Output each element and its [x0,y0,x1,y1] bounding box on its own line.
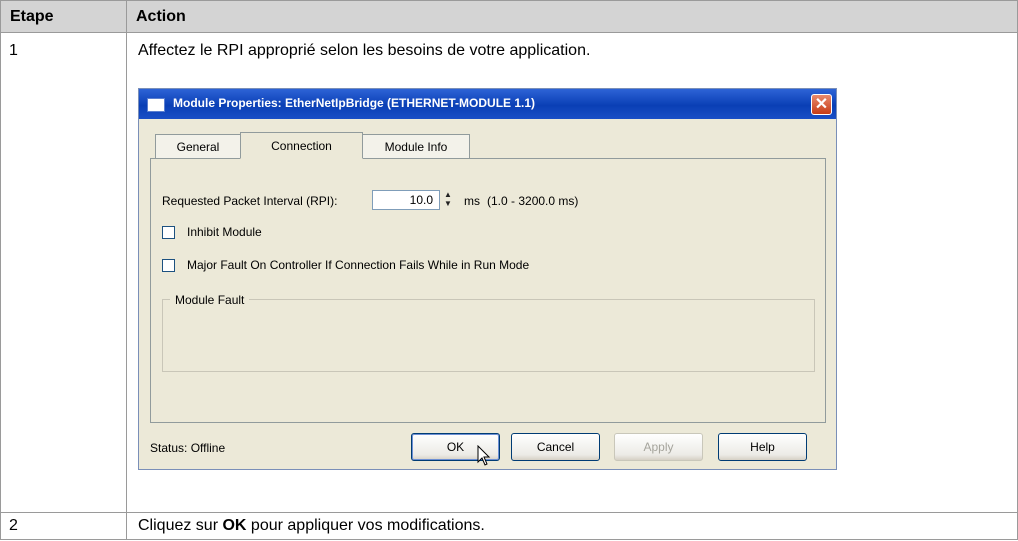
action-text-ok: OK [222,517,247,534]
help-button[interactable]: Help [718,433,807,461]
close-icon: ✕ [814,96,829,113]
close-button[interactable]: ✕ [811,94,832,115]
step-number: 1 [9,42,18,59]
major-fault-label: Major Fault On Controller If Connection … [187,258,530,272]
rpi-unit: ms [464,194,480,208]
action-text: Cliquez sur OK pour appliquer vos modifi… [127,513,1017,539]
status-text: Status: Offline [150,441,226,455]
table-row: 2 Cliquez sur OK pour appliquer vos modi… [0,512,1018,540]
rpi-label: Requested Packet Interval (RPI): [162,194,338,208]
action-text-suffix: pour appliquer vos modifications. [246,517,485,534]
major-fault-checkbox[interactable] [162,259,175,272]
header-etape: Etape [0,0,127,33]
step-cell: 1 [0,32,127,513]
action-cell: Cliquez sur OK pour appliquer vos modifi… [126,512,1018,540]
table-header-row: Etape Action [0,0,1018,33]
cancel-button[interactable]: Cancel [511,433,600,461]
mouse-cursor-icon [477,445,491,466]
tab-general[interactable]: General [155,134,241,158]
dialog-titlebar[interactable]: Module Properties: EtherNetIpBridge (ETH… [139,89,836,119]
tab-module-info[interactable]: Module Info [362,134,470,158]
apply-button[interactable]: Apply [614,433,703,461]
module-properties-dialog: Module Properties: EtherNetIpBridge (ETH… [138,88,837,470]
module-fault-label: Module Fault [170,293,250,307]
action-text-prefix: Cliquez sur [138,517,223,534]
window-icon [147,98,165,112]
dialog-title: Module Properties: EtherNetIpBridge (ETH… [173,96,536,110]
rpi-range: (1.0 - 3200.0 ms) [487,194,579,208]
rpi-stepper[interactable]: ▲ ▼ [440,190,456,210]
rpi-input[interactable]: 10.0 [372,190,440,210]
spin-down-icon[interactable]: ▼ [440,199,456,208]
tab-connection[interactable]: Connection [240,132,363,159]
inhibit-module-checkbox[interactable] [162,226,175,239]
module-fault-group [162,299,815,372]
step-cell: 2 [0,512,127,540]
spin-up-icon[interactable]: ▲ [440,190,456,199]
step-number: 2 [9,517,18,534]
header-action: Action [126,0,1018,33]
action-text: Affectez le RPI approprié selon les beso… [138,42,591,59]
inhibit-module-label: Inhibit Module [187,225,262,239]
